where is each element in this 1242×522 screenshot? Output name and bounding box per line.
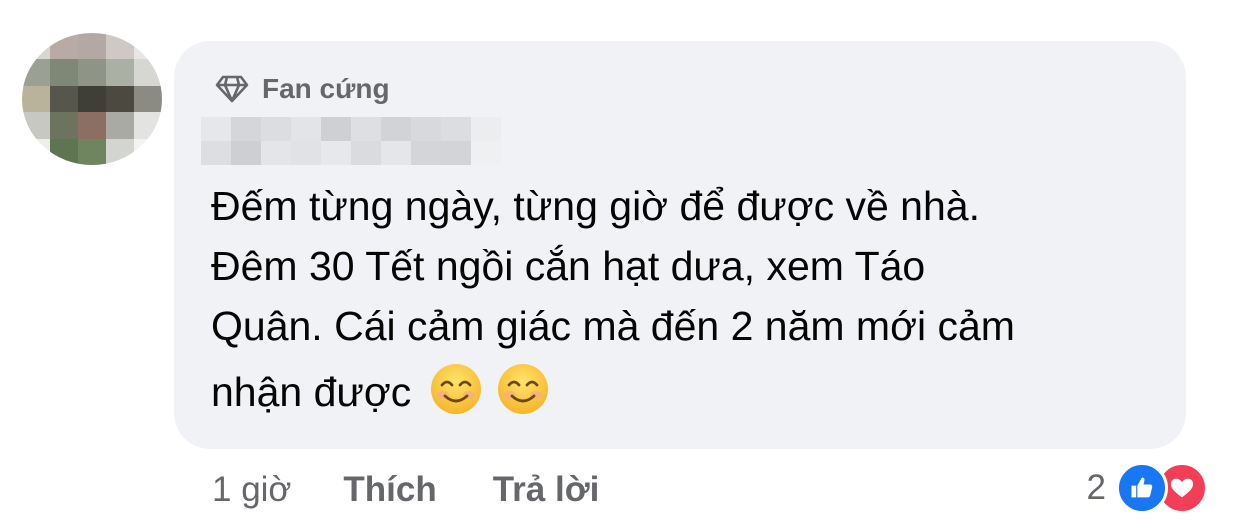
like-icon: [1116, 462, 1168, 514]
comment-line: Đếm từng ngày, từng giờ để được về nhà.: [211, 183, 980, 229]
comment-line: nhận được: [211, 369, 412, 415]
comment-line: Đêm 30 Tết ngồi cắn hạt dưa, xem Táo: [211, 243, 926, 289]
commenter-name[interactable]: [201, 117, 501, 165]
reaction-summary[interactable]: 2: [1087, 462, 1208, 514]
reply-button[interactable]: Trả lời: [493, 470, 600, 510]
top-fan-badge: Fan cứng: [214, 71, 390, 107]
comment-line-last: nhận được: [211, 362, 1171, 422]
smiling-face-icon: [498, 364, 549, 414]
comment-actions: 1 giờ Thích Trả lời: [212, 466, 599, 514]
comment-timestamp[interactable]: 1 giờ: [212, 470, 291, 510]
comment-line: Quân. Cái cảm giác mà đến 2 năm mới cảm: [211, 303, 1015, 349]
badge-label: Fan cứng: [262, 73, 390, 104]
comment-text: Đếm từng ngày, từng giờ để được về nhà. …: [211, 176, 1171, 422]
reaction-count: 2: [1086, 468, 1106, 507]
diamond-icon: [215, 75, 249, 103]
smiling-face-icon: [430, 364, 481, 414]
avatar[interactable]: [22, 33, 162, 165]
like-button[interactable]: Thích: [343, 470, 436, 510]
